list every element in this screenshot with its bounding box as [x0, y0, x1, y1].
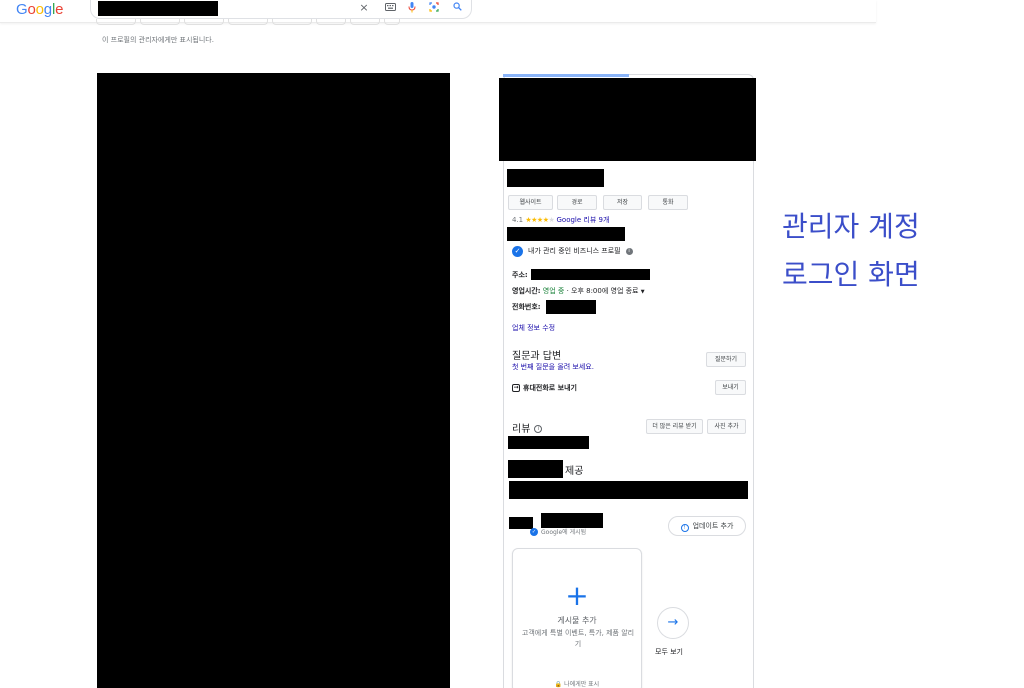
- filter-chip[interactable]: [350, 19, 380, 25]
- hours-detail: · 오후 8:00에 영업 종료: [564, 287, 639, 295]
- keyboard-icon[interactable]: [384, 2, 396, 14]
- see-all-label[interactable]: 모두 보기: [655, 647, 683, 657]
- filter-chip[interactable]: [272, 19, 312, 25]
- phone-field: 전화번호:: [512, 302, 541, 312]
- verified-profile-row: ✓ 내가 관리 중인 비즈니스 프로필 i: [512, 245, 633, 257]
- verified-check-icon: ✓: [512, 245, 523, 257]
- rating-score: 4.1: [512, 216, 524, 224]
- filter-chip[interactable]: [228, 19, 268, 25]
- add-post-title: 게시물 추가: [557, 616, 597, 625]
- rating-row: 4.1 ★★★★★ Google 리뷰 9개: [512, 215, 609, 225]
- call-button[interactable]: 통화: [648, 195, 688, 210]
- address-label: 주소:: [512, 271, 528, 279]
- redacted-map: [97, 73, 450, 688]
- directions-button[interactable]: 경로: [557, 195, 597, 210]
- reviews-count-link[interactable]: Google 리뷰 9개: [557, 216, 610, 224]
- send-to-phone-icon: →: [512, 384, 520, 392]
- redacted-phone: [546, 300, 596, 314]
- posted-on-google: ✓ Google에 게시됨: [530, 527, 587, 536]
- see-all-arrow-icon[interactable]: →: [657, 607, 689, 639]
- provided-suffix: 제공: [565, 466, 584, 477]
- annotation-line-1: 관리자 계정: [782, 210, 920, 243]
- verified-label: 내가 관리 중인 비즈니스 프로필: [528, 247, 621, 255]
- microphone-icon[interactable]: [406, 2, 418, 14]
- phone-label: 전화번호:: [512, 303, 541, 311]
- hours-field[interactable]: 영업시간: 영업 중 · 오후 8:00에 영업 종료 ▼: [512, 286, 645, 296]
- add-update-icon: !: [680, 524, 689, 532]
- redacted-business-name: [507, 169, 604, 187]
- get-more-reviews-button[interactable]: 더 많은 리뷰 받기: [646, 419, 703, 434]
- filter-chip[interactable]: [140, 19, 180, 25]
- redacted-provider: [508, 460, 563, 478]
- send-to-phone-row: → 휴대전화로 보내기: [512, 383, 577, 393]
- annotation-line-2: 로그인 화면: [782, 258, 920, 291]
- caret-down-icon[interactable]: ▼: [641, 289, 645, 295]
- send-to-phone-label: 휴대전화로 보내기: [523, 384, 577, 392]
- owner-only-notice: 이 프로필의 관리자에게만 표시됩니다.: [102, 36, 214, 44]
- ask-question-button[interactable]: 질문하기: [706, 352, 746, 367]
- redacted-photos: [499, 78, 756, 161]
- add-photo-button[interactable]: 사진 추가: [707, 419, 746, 434]
- info-icon[interactable]: i: [625, 247, 633, 255]
- admin-login-annotation: 관리자 계정 로그인 화면: [782, 203, 962, 299]
- website-button[interactable]: 웹사이트: [508, 195, 553, 210]
- address-field: 주소:: [512, 270, 528, 280]
- google-logo[interactable]: Google: [16, 1, 63, 18]
- filter-chip[interactable]: [384, 19, 400, 25]
- filter-chip[interactable]: [316, 19, 346, 25]
- redacted-description: [509, 481, 748, 499]
- first-question-link[interactable]: 첫 번째 질문을 올려 보세요.: [512, 362, 594, 372]
- search-filter-chips: [96, 19, 400, 25]
- panel-accent-bar: [503, 74, 629, 77]
- hours-label: 영업시간:: [512, 287, 541, 295]
- qa-title: 질문과 답변: [512, 351, 562, 362]
- save-button[interactable]: 저장: [603, 195, 642, 210]
- search-input[interactable]: ×: [90, 0, 472, 19]
- verified-check-icon: ✓: [530, 527, 538, 536]
- clear-icon[interactable]: ×: [358, 2, 370, 14]
- visible-to-me-only: 🔒 나에게만 표시: [554, 681, 600, 688]
- add-post-card[interactable]: + 게시물 추가 고객에게 특별 이벤트, 특가, 제품 알리기 🔒 나에게만 …: [512, 548, 642, 688]
- reviews-title: 리뷰 i: [512, 420, 543, 435]
- add-post-description: 고객에게 특별 이벤트, 특가, 제품 알리기: [521, 629, 635, 648]
- redacted-review-summary: [508, 436, 589, 449]
- redacted-category: [507, 227, 625, 241]
- redacted-owner-name: [541, 513, 603, 528]
- edit-business-info-link[interactable]: 업체 정보 수정: [512, 323, 555, 333]
- send-button[interactable]: 보내기: [715, 380, 746, 395]
- star-icons: ★★★★★: [525, 216, 555, 224]
- plus-icon: +: [565, 579, 589, 612]
- redacted-search-query: [98, 1, 218, 16]
- filter-chip[interactable]: [96, 19, 136, 25]
- lens-icon[interactable]: [428, 2, 440, 14]
- filter-chip[interactable]: [184, 19, 224, 25]
- redacted-address: [531, 269, 650, 280]
- open-status: 영업 중: [542, 287, 565, 295]
- search-icon[interactable]: [451, 2, 463, 14]
- add-update-button[interactable]: ! 업데이트 추가: [668, 516, 746, 536]
- info-icon[interactable]: i: [534, 425, 543, 433]
